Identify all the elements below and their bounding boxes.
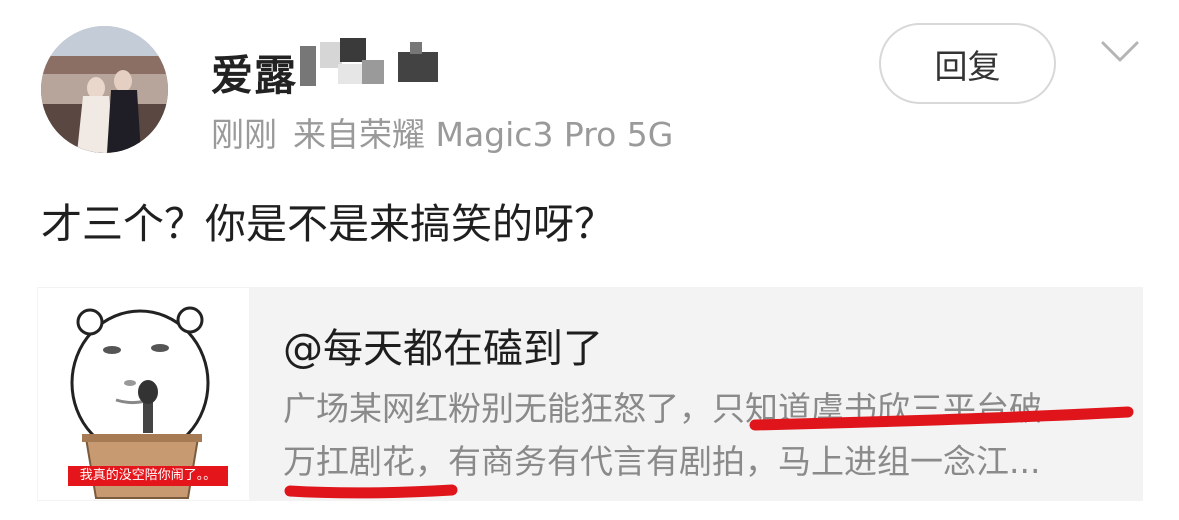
excerpt-line-1: 广场某网红粉别无能狂怒了，只知道虞书欣三平台破	[283, 389, 1042, 428]
avatar-image	[41, 26, 168, 153]
excerpt-line-2: 万扛剧花，有商务有代言有剧拍，马上进组一念江...	[283, 442, 1041, 481]
reply-button[interactable]: 回复	[879, 23, 1056, 104]
chevron-down-icon[interactable]	[1100, 40, 1140, 64]
comment-meta: 刚刚 来自荣耀 Magic3 Pro 5G	[211, 108, 673, 156]
thumbnail-caption: 我真的没空陪你闹了。。	[68, 466, 228, 486]
comment-time: 刚刚	[211, 115, 277, 154]
quoted-username[interactable]: @每天都在磕到了	[283, 316, 603, 374]
avatar[interactable]	[41, 26, 168, 153]
censor-blur	[300, 38, 438, 86]
quoted-post-thumbnail[interactable]: 我真的没空陪你闹了。。	[38, 288, 249, 500]
comment-source: 来自荣耀 Magic3 Pro 5G	[293, 115, 674, 154]
quoted-excerpt: 广场某网红粉别无能狂怒了，只知道虞书欣三平台破 万扛剧花，有商务有代言有剧拍，马…	[283, 382, 1133, 488]
username[interactable]: 爱露	[211, 42, 297, 103]
comment-text: 才三个？你是不是来搞笑的呀？	[41, 200, 615, 248]
